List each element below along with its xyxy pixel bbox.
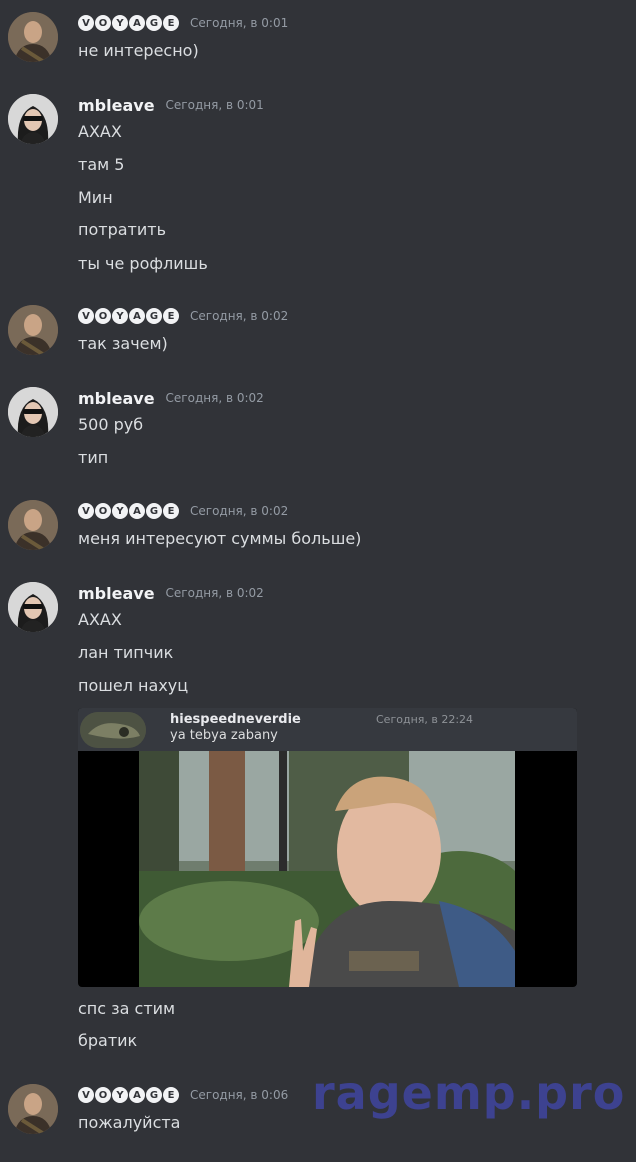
username-letter: G xyxy=(146,308,162,324)
username[interactable]: V O Y A G E xyxy=(78,503,179,519)
timestamp: Сегодня, в 0:01 xyxy=(165,98,264,112)
username-letter: Y xyxy=(112,15,128,31)
message-text: АХАХ xyxy=(78,122,122,141)
message-header: mbleave Сегодня, в 0:01 xyxy=(78,94,264,116)
message-header: V O Y A G E Сегодня, в 0:06 xyxy=(78,1084,288,1106)
timestamp: Сегодня, в 0:01 xyxy=(190,16,289,30)
embed-avatar xyxy=(80,712,146,748)
embed-username: hiespeedneverdie xyxy=(170,712,301,727)
message-header: V O Y A G E Сегодня, в 0:01 xyxy=(78,12,288,34)
username-letter: V xyxy=(78,15,94,31)
timestamp: Сегодня, в 0:02 xyxy=(190,309,289,323)
username-letter: G xyxy=(146,1087,162,1103)
username[interactable]: V O Y A G E xyxy=(78,308,179,324)
username-letter: A xyxy=(129,308,145,324)
message-text: пошел нахуц xyxy=(78,676,189,695)
timestamp: Сегодня, в 0:02 xyxy=(190,504,289,518)
username-letter: V xyxy=(78,503,94,519)
message-text: не интересно) xyxy=(78,41,199,60)
username-letter: O xyxy=(95,1087,111,1103)
message-text: Мин xyxy=(78,188,113,207)
message-header: mbleave Сегодня, в 0:02 xyxy=(78,387,264,409)
message-text: 500 руб xyxy=(78,415,144,434)
avatar[interactable] xyxy=(8,305,58,355)
chat-messages: V O Y A G E Сегодня, в 0:01 не интересно… xyxy=(0,0,636,1162)
username-letter: E xyxy=(163,1087,179,1103)
avatar[interactable] xyxy=(8,387,58,437)
username-letter: A xyxy=(129,503,145,519)
message-header: V O Y A G E Сегодня, в 0:02 xyxy=(78,500,288,522)
avatar[interactable] xyxy=(8,500,58,550)
username-letter: A xyxy=(129,15,145,31)
timestamp: Сегодня, в 0:02 xyxy=(165,391,264,405)
message-text: братик xyxy=(78,1031,138,1050)
username-letter: E xyxy=(163,308,179,324)
message-text: ты че рофлишь xyxy=(78,254,208,273)
message-text: спс за стим xyxy=(78,999,176,1018)
avatar[interactable] xyxy=(8,94,58,144)
watermark: ragemp.pro xyxy=(312,1066,626,1120)
username-letter: G xyxy=(146,503,162,519)
username-letter: Y xyxy=(112,1087,128,1103)
screenshot-message-header: hiespeedneverdie Сегодня, в 22:24 ya teb… xyxy=(78,708,577,751)
message-text: тип xyxy=(78,448,109,467)
username[interactable]: V O Y A G E xyxy=(78,15,179,31)
image-attachment[interactable]: hiespeedneverdie Сегодня, в 22:24 ya teb… xyxy=(78,708,577,987)
message-text: лан типчик xyxy=(78,643,174,662)
embed-timestamp: Сегодня, в 22:24 xyxy=(376,713,474,726)
username-letter: Y xyxy=(112,308,128,324)
username[interactable]: mbleave xyxy=(78,389,155,408)
message-text: меня интересуют суммы больше) xyxy=(78,529,362,548)
username[interactable]: mbleave xyxy=(78,96,155,115)
message-text: потратить xyxy=(78,220,166,239)
username-letter: G xyxy=(146,15,162,31)
username-letter: V xyxy=(78,308,94,324)
message-text: там 5 xyxy=(78,155,125,174)
username-letter: V xyxy=(78,1087,94,1103)
username[interactable]: V O Y A G E xyxy=(78,1087,179,1103)
username-letter: Y xyxy=(112,503,128,519)
username-letter: O xyxy=(95,503,111,519)
avatar[interactable] xyxy=(8,1084,58,1134)
selfie-photo xyxy=(139,751,515,987)
message-text: пожалуйста xyxy=(78,1113,181,1132)
message-text: так зачем) xyxy=(78,334,168,353)
username[interactable]: mbleave xyxy=(78,584,155,603)
timestamp: Сегодня, в 0:02 xyxy=(165,586,264,600)
embed-text: ya tebya zabany xyxy=(170,728,278,743)
message-text: АХАХ xyxy=(78,610,122,629)
message-header: V O Y A G E Сегодня, в 0:02 xyxy=(78,305,288,327)
username-letter: A xyxy=(129,1087,145,1103)
timestamp: Сегодня, в 0:06 xyxy=(190,1088,289,1102)
username-letter: E xyxy=(163,15,179,31)
username-letter: O xyxy=(95,15,111,31)
username-letter: E xyxy=(163,503,179,519)
avatar[interactable] xyxy=(8,12,58,62)
message-header: mbleave Сегодня, в 0:02 xyxy=(78,582,264,604)
username-letter: O xyxy=(95,308,111,324)
avatar[interactable] xyxy=(8,582,58,632)
